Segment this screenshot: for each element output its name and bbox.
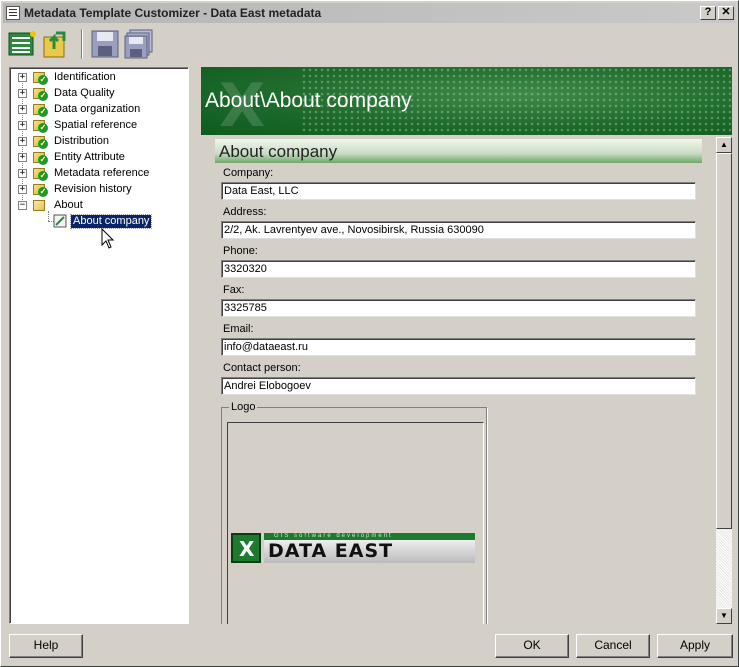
expand-toggle[interactable]: + <box>18 185 27 194</box>
expand-toggle[interactable]: + <box>18 169 27 178</box>
banner-title: About\About company <box>205 89 412 112</box>
help-title-button[interactable]: ? <box>700 6 716 20</box>
data-east-logo: GIS software development DATA EAST <box>231 533 475 565</box>
company-field[interactable] <box>221 182 696 200</box>
expand-toggle[interactable]: + <box>18 89 27 98</box>
tree-item-label[interactable]: Spatial reference <box>52 119 139 132</box>
expand-toggle[interactable]: + <box>18 121 27 130</box>
phone-field[interactable] <box>221 260 696 278</box>
fax-label: Fax: <box>223 284 245 296</box>
logo-tagline: GIS software development <box>264 533 475 540</box>
tree-item-label[interactable]: Data Quality <box>52 87 117 100</box>
logo-legend: Logo <box>229 401 258 413</box>
logo-emblem <box>231 533 261 563</box>
folder-check-icon: ✓ <box>32 182 48 197</box>
tree-line <box>48 211 49 221</box>
fax-field[interactable] <box>221 299 696 317</box>
toolbar <box>3 25 736 63</box>
folder-check-icon: ✓ <box>32 86 48 101</box>
collapse-toggle[interactable]: − <box>18 201 27 210</box>
expand-toggle[interactable]: + <box>18 105 27 114</box>
expand-toggle[interactable]: + <box>18 73 27 82</box>
tree-item-label[interactable]: Revision history <box>52 183 134 196</box>
scroll-up-button[interactable]: ▲ <box>716 137 732 153</box>
logo-image-box[interactable]: GIS software development DATA EAST <box>227 422 484 624</box>
title-bar[interactable]: Metadata Template Customizer - Data East… <box>3 3 736 23</box>
save-all-icon <box>124 29 153 59</box>
window-title: Metadata Template Customizer - Data East… <box>24 6 322 20</box>
contact-person-field[interactable] <box>221 377 696 395</box>
tree-item-label[interactable]: Distribution <box>52 135 111 148</box>
ok-button[interactable]: OK <box>495 634 569 658</box>
email-label: Email: <box>223 323 254 335</box>
folder-check-icon: ✓ <box>32 102 48 117</box>
list-toolbar-button[interactable] <box>7 28 39 60</box>
open-folder-icon <box>43 31 66 58</box>
tree-item-label[interactable]: About <box>52 199 85 212</box>
save-all-toolbar-button[interactable] <box>123 28 155 60</box>
tree-item-label[interactable]: Identification <box>52 71 118 84</box>
contact-person-label: Contact person: <box>223 362 301 374</box>
folder-check-icon: ✓ <box>32 118 48 133</box>
header-banner: X About\About company <box>201 67 732 135</box>
expand-toggle[interactable]: + <box>18 153 27 162</box>
folder-check-icon: ✓ <box>32 166 48 181</box>
scroll-down-button[interactable]: ▼ <box>716 608 732 624</box>
section-tree[interactable]: + ✓ Identification + ✓ Data Quality + ✓ … <box>9 67 189 624</box>
expand-toggle[interactable]: + <box>18 137 27 146</box>
app-icon <box>6 6 20 20</box>
section-header: About company <box>215 139 702 163</box>
folder-check-icon: ✓ <box>32 150 48 165</box>
tree-item-label[interactable]: About company <box>69 214 153 229</box>
vertical-scrollbar[interactable]: ▲ ▼ <box>716 137 732 624</box>
folder-check-icon: ✓ <box>32 134 48 149</box>
tree-item-label[interactable]: Metadata reference <box>52 167 151 180</box>
main-window: Metadata Template Customizer - Data East… <box>0 0 739 667</box>
logo-group: Logo GIS software development DATA EAST <box>221 401 487 624</box>
save-toolbar-button[interactable] <box>89 28 121 60</box>
open-folder-icon <box>32 198 48 212</box>
mouse-cursor-icon <box>101 228 115 249</box>
details-panel: X About\About company About company Comp… <box>201 67 732 624</box>
list-icon <box>8 31 36 56</box>
address-label: Address: <box>223 206 267 218</box>
scroll-thumb[interactable] <box>716 153 732 529</box>
document-edit-icon <box>53 214 67 228</box>
tree-item-label[interactable]: Entity Attribute <box>52 151 127 164</box>
toolbar-separator <box>81 29 83 59</box>
open-toolbar-button[interactable] <box>41 28 73 60</box>
save-icon <box>91 30 119 58</box>
email-field[interactable] <box>221 338 696 356</box>
logo-name: DATA EAST <box>264 540 475 563</box>
tree-item-label[interactable]: Data organization <box>52 103 142 116</box>
section-title: About company <box>219 142 338 161</box>
apply-button[interactable]: Apply <box>657 634 733 658</box>
folder-check-icon: ✓ <box>32 70 48 85</box>
cancel-button[interactable]: Cancel <box>576 634 650 658</box>
address-field[interactable] <box>221 221 696 239</box>
close-button[interactable]: ✕ <box>718 6 734 20</box>
help-button[interactable]: Help <box>9 634 83 658</box>
phone-label: Phone: <box>223 245 258 257</box>
company-label: Company: <box>223 167 274 179</box>
